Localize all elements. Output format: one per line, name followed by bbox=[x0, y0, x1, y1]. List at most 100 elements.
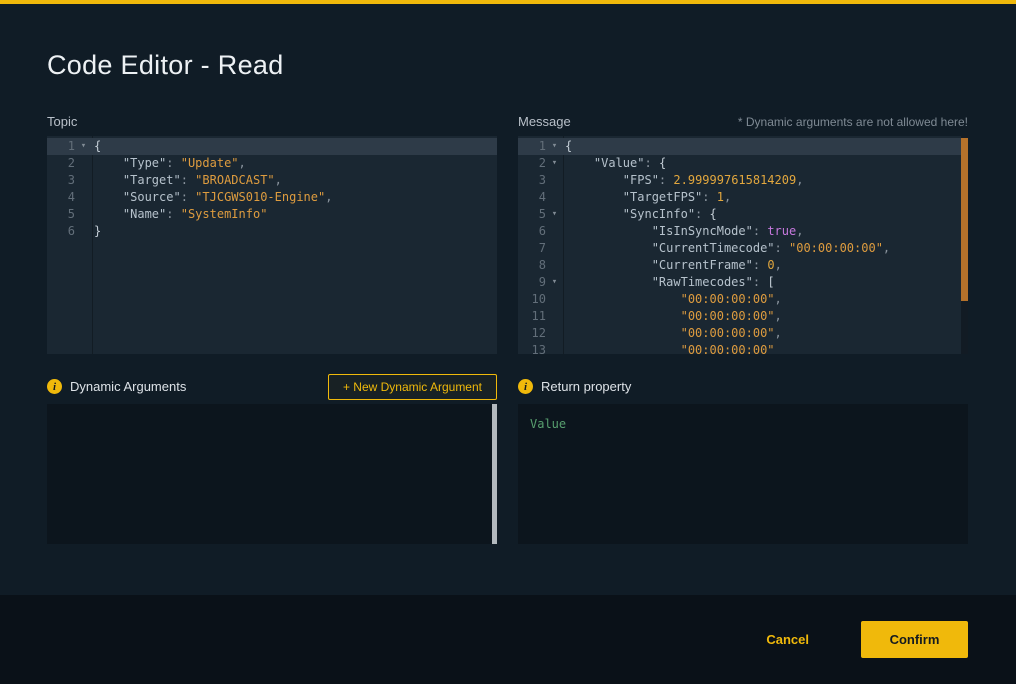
line-number: 1 bbox=[518, 138, 546, 155]
message-code-editor[interactable]: 1▾{2▾ "Value": {3 "FPS": 2.9999976158142… bbox=[518, 136, 968, 354]
code-text: "FPS": 2.999997615814209, bbox=[563, 172, 803, 189]
fold-spacer bbox=[546, 308, 563, 325]
line-number: 3 bbox=[47, 172, 75, 189]
fold-arrow-icon[interactable]: ▾ bbox=[546, 274, 563, 291]
fold-spacer bbox=[546, 257, 563, 274]
line-number: 12 bbox=[518, 325, 546, 342]
code-line: 5 "Name": "SystemInfo" bbox=[47, 206, 497, 223]
editors-row: Topic 1▾{2 "Type": "Update",3 "Target": … bbox=[47, 114, 969, 354]
return-property-label: Return property bbox=[541, 379, 631, 394]
code-text: "Name": "SystemInfo" bbox=[92, 206, 267, 223]
fold-spacer bbox=[546, 172, 563, 189]
code-text: "Target": "BROADCAST", bbox=[92, 172, 282, 189]
line-number: 6 bbox=[47, 223, 75, 240]
message-editor-scrollbar-thumb[interactable] bbox=[961, 138, 968, 301]
code-text: "CurrentTimecode": "00:00:00:00", bbox=[563, 240, 890, 257]
dynamic-arguments-warning: * Dynamic arguments are not allowed here… bbox=[738, 115, 968, 129]
line-number: 10 bbox=[518, 291, 546, 308]
code-line: 6} bbox=[47, 223, 497, 240]
code-text: } bbox=[92, 223, 101, 240]
cancel-button[interactable]: Cancel bbox=[766, 632, 809, 647]
code-line: 12 "00:00:00:00", bbox=[518, 325, 968, 342]
code-text: "RawTimecodes": [ bbox=[563, 274, 775, 291]
line-number: 6 bbox=[518, 223, 546, 240]
dialog-footer: Cancel Confirm bbox=[0, 595, 1016, 684]
code-text: "00:00:00:00", bbox=[563, 291, 782, 308]
topic-code-lines: 1▾{2 "Type": "Update",3 "Target": "BROAD… bbox=[47, 138, 497, 240]
code-line: 2 "Type": "Update", bbox=[47, 155, 497, 172]
line-number: 7 bbox=[518, 240, 546, 257]
fold-spacer bbox=[75, 223, 92, 240]
page-title: Code Editor - Read bbox=[47, 50, 1016, 81]
line-number: 2 bbox=[518, 155, 546, 172]
message-label: Message bbox=[518, 114, 571, 129]
fold-spacer bbox=[546, 240, 563, 257]
top-accent-bar bbox=[0, 0, 1016, 4]
code-line: 7 "CurrentTimecode": "00:00:00:00", bbox=[518, 240, 968, 257]
info-icon: i bbox=[518, 379, 533, 394]
code-line: 1▾{ bbox=[518, 138, 968, 155]
fold-spacer bbox=[75, 189, 92, 206]
code-line: 10 "00:00:00:00", bbox=[518, 291, 968, 308]
return-property-value[interactable]: Value bbox=[518, 404, 968, 444]
code-line: 3 "Target": "BROADCAST", bbox=[47, 172, 497, 189]
code-text: "Source": "TJCGWS010-Engine", bbox=[92, 189, 332, 206]
fold-arrow-icon[interactable]: ▾ bbox=[75, 138, 92, 155]
fold-spacer bbox=[75, 172, 92, 189]
new-dynamic-argument-button[interactable]: + New Dynamic Argument bbox=[328, 374, 497, 400]
code-text: "SyncInfo": { bbox=[563, 206, 717, 223]
code-text: "TargetFPS": 1, bbox=[563, 189, 731, 206]
code-line: 3 "FPS": 2.999997615814209, bbox=[518, 172, 968, 189]
fold-spacer bbox=[75, 155, 92, 172]
message-editor-scrollbar[interactable] bbox=[961, 136, 968, 354]
code-text: "CurrentFrame": 0, bbox=[563, 257, 782, 274]
message-code-lines: 1▾{2▾ "Value": {3 "FPS": 2.9999976158142… bbox=[518, 138, 968, 354]
fold-spacer bbox=[546, 291, 563, 308]
fold-arrow-icon[interactable]: ▾ bbox=[546, 138, 563, 155]
line-number: 13 bbox=[518, 342, 546, 354]
fold-arrow-icon[interactable]: ▾ bbox=[546, 206, 563, 223]
line-number: 3 bbox=[518, 172, 546, 189]
fold-spacer bbox=[546, 223, 563, 240]
code-text: "Type": "Update", bbox=[92, 155, 246, 172]
code-line: 8 "CurrentFrame": 0, bbox=[518, 257, 968, 274]
line-number: 5 bbox=[518, 206, 546, 223]
fold-spacer bbox=[546, 189, 563, 206]
line-number: 5 bbox=[47, 206, 75, 223]
code-line: 4 "TargetFPS": 1, bbox=[518, 189, 968, 206]
fold-spacer bbox=[546, 342, 563, 354]
code-line: 6 "IsInSyncMode": true, bbox=[518, 223, 968, 240]
code-text: "00:00:00:00", bbox=[563, 325, 782, 342]
code-text: "00:00:00:00", bbox=[563, 308, 782, 325]
topic-code-editor[interactable]: 1▾{2 "Type": "Update",3 "Target": "BROAD… bbox=[47, 136, 497, 354]
confirm-button[interactable]: Confirm bbox=[861, 621, 968, 658]
line-number: 4 bbox=[518, 189, 546, 206]
code-text: "IsInSyncMode": true, bbox=[563, 223, 803, 240]
code-line: 1▾{ bbox=[47, 138, 497, 155]
fold-arrow-icon[interactable]: ▾ bbox=[546, 155, 563, 172]
code-text: { bbox=[563, 138, 572, 155]
code-text: "00:00:00:00" bbox=[563, 342, 775, 354]
code-line: 9▾ "RawTimecodes": [ bbox=[518, 274, 968, 291]
code-line: 5▾ "SyncInfo": { bbox=[518, 206, 968, 223]
fold-spacer bbox=[546, 325, 563, 342]
line-number: 9 bbox=[518, 274, 546, 291]
code-text: { bbox=[92, 138, 101, 155]
line-number: 2 bbox=[47, 155, 75, 172]
dynamic-arguments-scrollbar[interactable] bbox=[492, 404, 497, 544]
line-number: 11 bbox=[518, 308, 546, 325]
line-number: 4 bbox=[47, 189, 75, 206]
dynamic-arguments-label: Dynamic Arguments bbox=[70, 379, 186, 394]
code-line: 2▾ "Value": { bbox=[518, 155, 968, 172]
topic-label: Topic bbox=[47, 114, 77, 129]
return-property-panel[interactable]: Value bbox=[518, 404, 968, 544]
return-property-section: i Return property Value bbox=[518, 373, 968, 544]
topic-column: Topic 1▾{2 "Type": "Update",3 "Target": … bbox=[47, 114, 497, 354]
code-editor-dialog: Code Editor - Read Topic 1▾{2 "Type": "U… bbox=[0, 4, 1016, 595]
code-line: 13 "00:00:00:00" bbox=[518, 342, 968, 354]
message-column: Message * Dynamic arguments are not allo… bbox=[518, 114, 968, 354]
dynamic-arguments-section: i Dynamic Arguments + New Dynamic Argume… bbox=[47, 373, 497, 544]
code-line: 11 "00:00:00:00", bbox=[518, 308, 968, 325]
dynamic-arguments-list-panel bbox=[47, 404, 497, 544]
fold-spacer bbox=[75, 206, 92, 223]
